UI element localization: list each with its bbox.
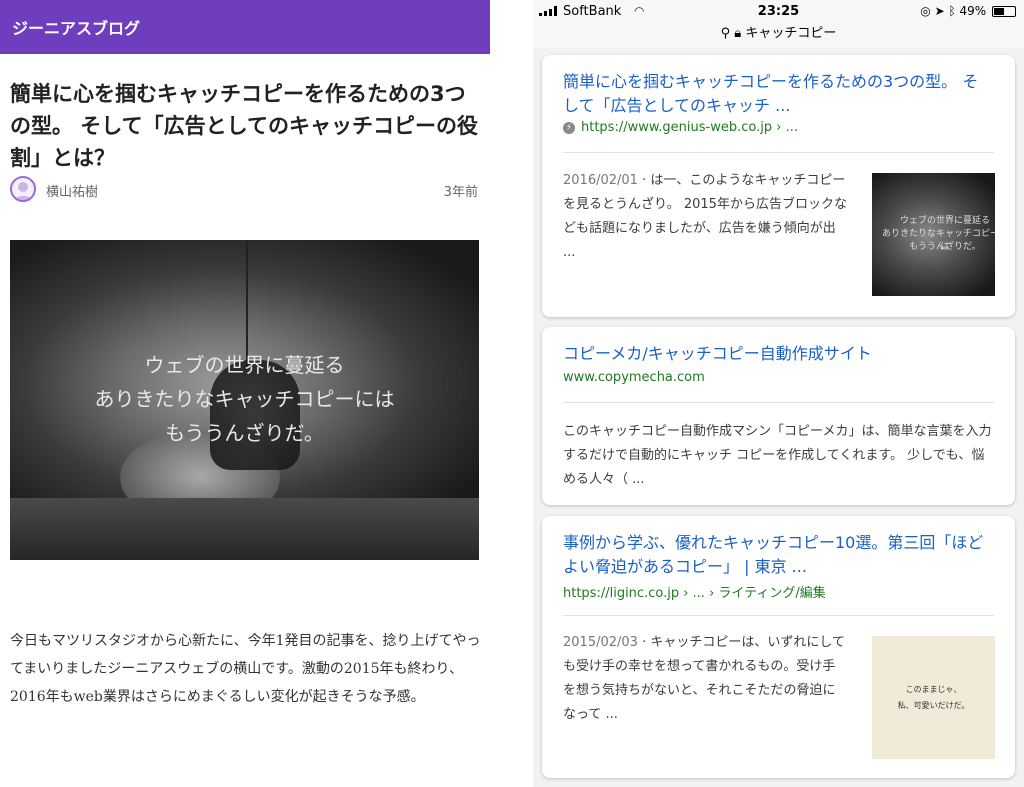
divider (563, 152, 994, 153)
author-avatar[interactable] (10, 176, 36, 202)
status-right: ◎ ➤ ᛒ 49% (920, 4, 1016, 18)
hero-caption-line: ありきたりなキャッチコピーには (94, 387, 395, 411)
bluetooth-icon: ᛒ (948, 4, 956, 18)
hero-caption-line: もううんざりだ。 (165, 421, 324, 445)
post-age: 3年前 (443, 185, 478, 200)
search-result[interactable]: 事例から学ぶ、優れたキャッチコピー10選。第三回「ほどよい脅迫があるコピー」 |… (542, 516, 1015, 778)
address-bar[interactable]: ⚲ 🔒︎ キャッチコピー (533, 22, 1024, 41)
article-body: 今日もマツリスタジオから心新たに、今年1発目の記事を、捻り上げてやってまいりまし… (10, 633, 481, 705)
search-result[interactable]: 簡単に心を掴むキャッチコピーを作るための3つの型。 そして「広告としてのキャッチ… (542, 55, 1015, 317)
lock-icon: 🔒︎ (734, 26, 742, 41)
hero-caption-line: ウェブの世界に蔓延る (144, 353, 345, 377)
user-icon (14, 182, 32, 200)
result-url[interactable]: https://liginc.co.jp › ... › ライティング/編集 (563, 582, 826, 601)
battery-icon (992, 6, 1016, 17)
location-icon: ➤ (934, 4, 945, 18)
hero-caption: ウェブの世界に蔓延る ありきたりなキャッチコピーには もううんざりだ。 (10, 348, 479, 450)
result-url[interactable]: www.copymecha.com (563, 370, 705, 385)
divider (563, 615, 994, 616)
result-title[interactable]: 簡単に心を掴むキャッチコピーを作るための3つの型。 そして「広告としてのキャッチ… (563, 70, 993, 118)
result-snippet: このキャッチコピー自動作成マシン「コピーメカ」は、簡単な言葉を入力するだけで自動… (563, 424, 992, 487)
result-title[interactable]: コピーメカ/キャッチコピー自動作成サイト (563, 342, 993, 366)
result-title[interactable]: 事例から学ぶ、優れたキャッチコピー10選。第三回「ほどよい脅迫があるコピー」 |… (563, 531, 993, 579)
status-bar: SoftBank ◠ 23:25 ◎ ➤ ᛒ 49% ⚲ 🔒︎ キャッチコピー (533, 0, 1024, 48)
result-thumbnail[interactable]: ウェブの世界に蔓延る ありきたりなキャッチコピーには もううんざりだ。 (872, 173, 995, 296)
battery-percent: 49% (959, 4, 987, 18)
search-result[interactable]: コピーメカ/キャッチコピー自動作成サイト www.copymecha.com こ… (542, 327, 1015, 505)
address-query: キャッチコピー (745, 26, 837, 41)
site-name[interactable]: ジーニアスブログ (12, 15, 140, 39)
result-url[interactable]: ⚡ https://www.genius-web.co.jp › ... (563, 120, 798, 135)
hero-image: ウェブの世界に蔓延る ありきたりなキャッチコピーには もううんざりだ。 (10, 240, 479, 560)
blog-header: ジーニアスブログ (0, 0, 490, 54)
divider (563, 402, 994, 403)
result-snippet: 2015/02/03 · キャッチコピーは、いずれにしても受け手の幸せを想って書… (563, 635, 845, 722)
blog-article-panel: ジーニアスブログ 簡単に心を掴むキャッチコピーを作るための3つの型。 そして「広… (0, 0, 490, 787)
article-title: 簡単に心を掴むキャッチコピーを作るための3つの型。 そして「広告としてのキャッチ… (10, 82, 479, 170)
amp-bolt-icon: ⚡ (563, 121, 575, 134)
author-name[interactable]: 横山祐樹 (46, 181, 98, 200)
lock-rotation-icon: ◎ (920, 4, 931, 18)
search-results-panel: SoftBank ◠ 23:25 ◎ ➤ ᛒ 49% ⚲ 🔒︎ キャッチコピー … (533, 0, 1024, 787)
result-thumbnail[interactable]: このままじゃ、 私、可愛いだけだ。 (872, 636, 995, 759)
result-snippet: 2016/02/01 · は一、このようなキャッチコピーを見るとうんざり。 20… (563, 173, 847, 260)
search-icon: ⚲ (720, 26, 731, 41)
